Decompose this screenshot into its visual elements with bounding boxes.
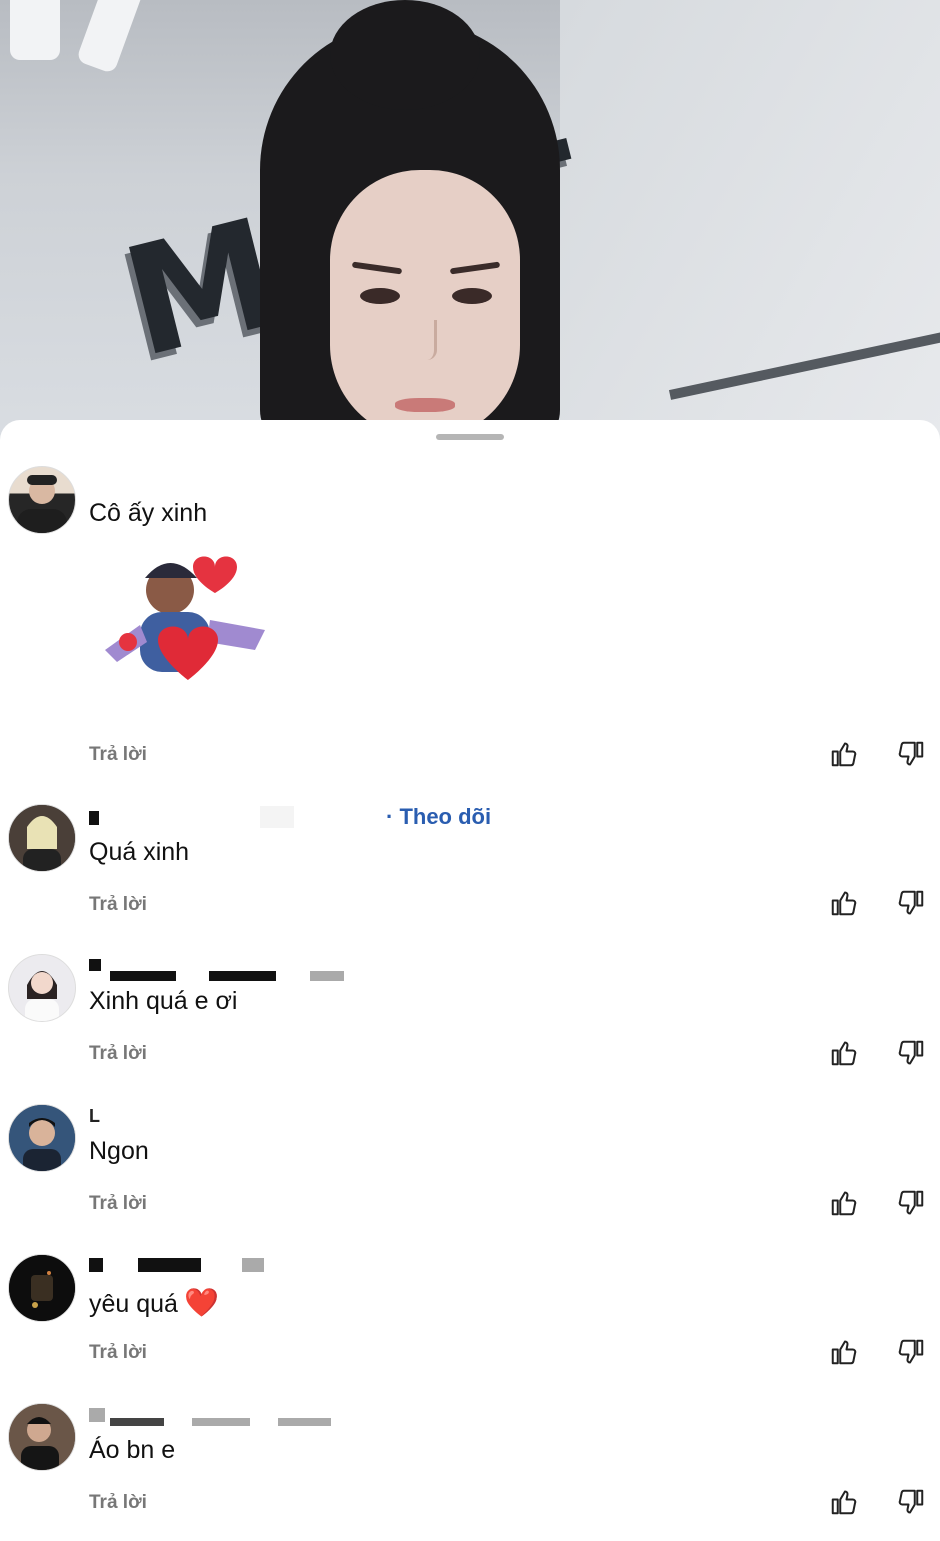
reply-button[interactable]: Trả lời — [89, 1492, 147, 1514]
thumbs-down-icon — [898, 1190, 924, 1215]
comment-text: Quá xinh — [89, 838, 190, 866]
eyebrow — [351, 261, 403, 275]
like-button[interactable] — [829, 888, 859, 918]
ceiling-light — [75, 0, 145, 75]
lips — [395, 398, 455, 412]
comment-text: Áo bn e — [89, 1436, 176, 1464]
heart-sticker — [100, 550, 275, 700]
heart-emoji: ❤️ — [183, 1287, 219, 1318]
thumbs-up-icon — [831, 1490, 857, 1515]
eye — [360, 288, 400, 304]
avatar[interactable] — [8, 1254, 76, 1322]
redacted-username — [89, 1258, 103, 1272]
nose — [418, 320, 437, 360]
thumbs-down-icon — [898, 1489, 924, 1514]
eyebrow — [449, 261, 501, 275]
comment-text: yêu quá ❤️ — [89, 1287, 219, 1318]
dislike-button[interactable] — [896, 1487, 926, 1517]
like-button[interactable] — [829, 1337, 859, 1367]
avatar[interactable] — [8, 466, 76, 534]
comment-text: Ngon — [89, 1137, 149, 1165]
thumbs-up-icon — [831, 1340, 857, 1365]
thumbs-down-icon — [898, 1339, 924, 1364]
dislike-button[interactable] — [896, 739, 926, 769]
thumbs-down-icon — [898, 1040, 924, 1065]
reply-button[interactable]: Trả lời — [89, 1193, 147, 1215]
reply-button[interactable]: Trả lời — [89, 1342, 147, 1364]
face — [330, 170, 520, 440]
video-background: TRAM — [0, 0, 940, 440]
dislike-button[interactable] — [896, 1038, 926, 1068]
avatar[interactable] — [8, 1403, 76, 1471]
thumbs-down-icon — [898, 890, 924, 915]
comment-text: Cô ấy xinh — [89, 499, 208, 527]
thumbs-up-icon — [831, 891, 857, 916]
redacted-username — [242, 1258, 264, 1272]
follow-button[interactable]: · Theo dõi — [386, 804, 491, 830]
like-button[interactable] — [829, 1487, 859, 1517]
redacted-username — [89, 1408, 105, 1422]
redacted-username — [278, 1418, 331, 1426]
hair-bun — [330, 0, 480, 110]
avatar[interactable] — [8, 954, 76, 1022]
eye — [452, 288, 492, 304]
redacted-username — [138, 1258, 201, 1272]
reply-button[interactable]: Trả lời — [89, 744, 147, 766]
like-button[interactable] — [829, 1188, 859, 1218]
comment-text: Xinh quá e ơi — [89, 987, 238, 1015]
thumbs-up-icon — [831, 742, 857, 767]
like-button[interactable] — [829, 739, 859, 769]
drag-handle[interactable] — [436, 434, 504, 440]
redacted-username — [192, 1418, 250, 1426]
redacted-username — [89, 959, 101, 971]
thumbs-down-icon — [898, 741, 924, 766]
thumbs-up-icon — [831, 1191, 857, 1216]
avatar[interactable] — [8, 1104, 76, 1172]
reply-button[interactable]: Trả lời — [89, 894, 147, 916]
redacted-username — [89, 811, 99, 825]
dislike-button[interactable] — [896, 888, 926, 918]
ceiling-light — [10, 0, 60, 60]
redacted-username — [209, 971, 276, 981]
username[interactable]: L — [89, 1106, 100, 1127]
dislike-button[interactable] — [896, 1188, 926, 1218]
redacted-username — [110, 971, 176, 981]
like-button[interactable] — [829, 1038, 859, 1068]
redacted-username — [310, 971, 344, 981]
reply-button[interactable]: Trả lời — [89, 1043, 147, 1065]
avatar[interactable] — [8, 804, 76, 872]
thumbs-up-icon — [831, 1041, 857, 1066]
redacted-username — [110, 1418, 164, 1426]
redacted-username — [260, 806, 294, 828]
dislike-button[interactable] — [896, 1337, 926, 1367]
